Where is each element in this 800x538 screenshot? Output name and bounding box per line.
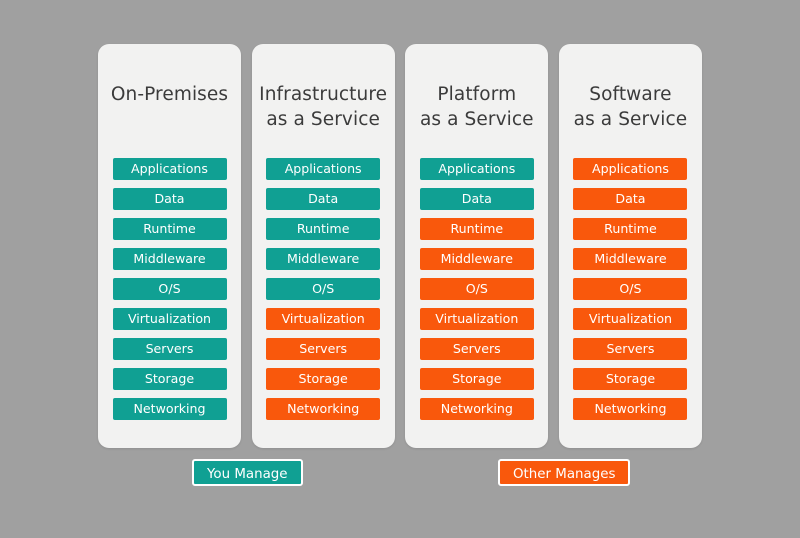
card-title-line1: Platform (437, 84, 517, 105)
layer-bar[interactable]: Virtualization (419, 308, 534, 330)
layer-bar[interactable]: Storage (419, 368, 534, 390)
layer-bar[interactable]: Virtualization (573, 308, 688, 330)
layer-stack: Applications Data Runtime Middleware O/S Virt… (266, 158, 381, 420)
layer-bar[interactable]: Networking (419, 398, 534, 420)
layer-bar[interactable]: Networking (112, 398, 227, 420)
layer-bar[interactable]: Applications (419, 158, 534, 180)
card-title: Infrastructure as a Service (256, 82, 391, 142)
layer-bar[interactable]: Data (112, 188, 227, 210)
service-model-columns: On-Premises Applications Data Runtime Middle… (98, 44, 702, 448)
layer-stack: Applications Data Runtime Middleware O/S Virt… (419, 158, 534, 420)
layer-bar[interactable]: Applications (266, 158, 381, 180)
service-models-diagram: On-Premises Applications Data Runtime Middle… (0, 0, 800, 538)
layer-bar[interactable]: Data (266, 188, 381, 210)
layer-bar[interactable]: Middleware (419, 248, 534, 270)
layer-bar[interactable]: Storage (266, 368, 381, 390)
layer-bar[interactable]: Networking (573, 398, 688, 420)
card-title-line2: as a Service (573, 109, 688, 130)
layer-bar[interactable]: Virtualization (266, 308, 381, 330)
layer-bar[interactable]: O/S (112, 278, 227, 300)
card-title: Platform as a Service (409, 82, 544, 142)
layer-bar[interactable]: O/S (266, 278, 381, 300)
legend-other-manages[interactable]: Other Manages (498, 459, 631, 486)
layer-stack: Applications Data Runtime Middleware O/S Virt… (573, 158, 688, 420)
card-title: Software as a Service (563, 82, 698, 142)
layer-stack: Applications Data Runtime Middleware O/S Virt… (112, 158, 227, 420)
layer-bar[interactable]: Runtime (266, 218, 381, 240)
card-title-line2: as a Service (266, 109, 380, 130)
service-model-card: Platform as a Service Applications Data Runt… (405, 44, 549, 448)
layer-bar[interactable]: Servers (419, 338, 534, 360)
layer-bar[interactable]: Servers (112, 338, 227, 360)
layer-bar[interactable]: Runtime (112, 218, 227, 240)
card-title: On-Premises (102, 82, 237, 142)
layer-bar[interactable]: Networking (266, 398, 381, 420)
layer-bar[interactable]: Applications (573, 158, 688, 180)
service-model-card: On-Premises Applications Data Runtime Middle… (98, 44, 241, 448)
layer-bar[interactable]: Middleware (573, 248, 688, 270)
layer-bar[interactable]: Storage (112, 368, 227, 390)
legend: You Manage Other Manages (0, 459, 800, 487)
card-title-line1: Software (589, 84, 672, 105)
layer-bar[interactable]: Data (419, 188, 534, 210)
layer-bar[interactable]: Runtime (573, 218, 688, 240)
layer-bar[interactable]: Runtime (419, 218, 534, 240)
layer-bar[interactable]: Data (573, 188, 688, 210)
layer-bar[interactable]: Servers (266, 338, 381, 360)
layer-bar[interactable]: Storage (573, 368, 688, 390)
layer-bar[interactable]: Applications (112, 158, 227, 180)
layer-bar[interactable]: O/S (419, 278, 534, 300)
layer-bar[interactable]: Servers (573, 338, 688, 360)
card-title-line1: On-Premises (110, 84, 229, 105)
layer-bar[interactable]: Middleware (266, 248, 381, 270)
card-title-line2: as a Service (419, 109, 534, 130)
legend-you-manage[interactable]: You Manage (192, 459, 303, 486)
layer-bar[interactable]: Middleware (112, 248, 227, 270)
service-model-card: Infrastructure as a Service Applications Da… (251, 44, 395, 448)
service-model-card: Software as a Service Applications Data Runt… (558, 44, 702, 448)
layer-bar[interactable]: O/S (573, 278, 688, 300)
layer-bar[interactable]: Virtualization (112, 308, 227, 330)
card-title-line1: Infrastructure (259, 84, 388, 105)
